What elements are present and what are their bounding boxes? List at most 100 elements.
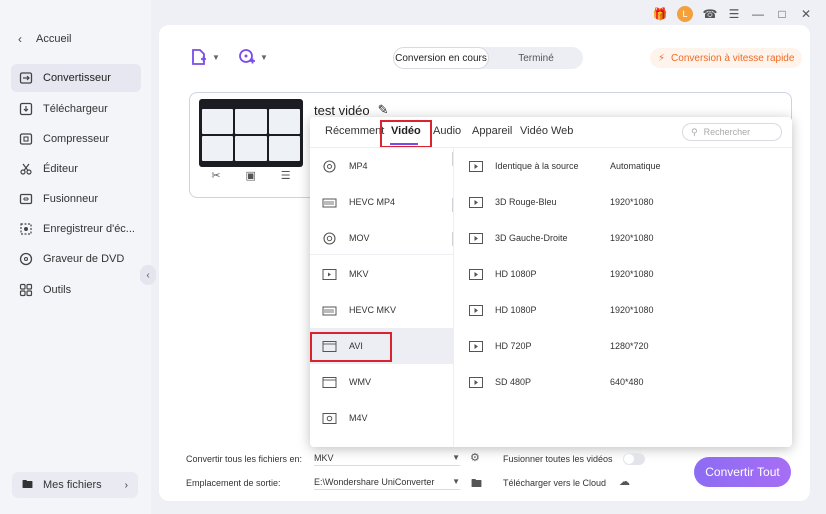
tab-device[interactable]: Appareil	[472, 125, 512, 137]
caret-down-icon: ▼	[452, 453, 460, 462]
effects-icon[interactable]: ☰	[281, 169, 291, 182]
fast-conversion-toggle[interactable]: ⚡ Conversion à vitesse rapide	[650, 48, 803, 68]
mkv-icon	[322, 268, 337, 281]
wmv-icon	[322, 376, 337, 389]
cloud-icon[interactable]: ☁	[619, 475, 630, 488]
resolution-item[interactable]: 3D Rouge-Bleu 1920*1080	[455, 184, 792, 220]
convert-all-label: Convertir tous les fichiers en:	[186, 454, 303, 464]
format-panel: Récemment Vidéo Audio Appareil Vidéo Web…	[310, 117, 792, 447]
convert-icon	[19, 71, 33, 85]
trim-icon[interactable]: ✂	[211, 169, 220, 182]
mov-icon	[322, 231, 337, 245]
headset-icon[interactable]: ☎	[703, 7, 718, 21]
sidebar-item-convertisseur[interactable]: Convertisseur	[11, 64, 141, 92]
close-icon[interactable]: ✕	[799, 7, 813, 21]
divider	[452, 152, 453, 166]
record-icon	[19, 222, 33, 236]
format-hevc-mkv[interactable]: HEVC MKV	[310, 292, 453, 328]
back-home[interactable]: ‹ Accueil	[18, 32, 71, 46]
hevc-icon	[322, 196, 337, 209]
format-hevc-mp4[interactable]: HEVC MP4	[310, 184, 453, 220]
format-mov[interactable]: MOV	[310, 220, 453, 256]
tab-audio[interactable]: Audio	[433, 125, 461, 137]
chevron-left-icon: ‹	[18, 32, 22, 46]
divider	[310, 254, 453, 255]
tab-finished[interactable]: Terminé	[489, 47, 583, 69]
resolution-item[interactable]: 3D Gauche-Droite 1920*1080	[455, 220, 792, 256]
format-m4v[interactable]: M4V	[310, 400, 453, 436]
conversion-segment: Conversion en cours Terminé	[393, 47, 583, 69]
maximize-icon[interactable]: □	[775, 7, 789, 21]
avi-highlight	[310, 332, 392, 362]
resolution-item[interactable]: HD 1080P 1920*1080	[455, 256, 792, 292]
tab-recent[interactable]: Récemment	[325, 125, 384, 137]
minimize-icon[interactable]: —	[751, 7, 765, 21]
search-input[interactable]: ⚲ Rechercher	[682, 123, 782, 141]
folder-icon: 🖿	[22, 478, 33, 491]
resolution-item[interactable]: HD 720P 1280*720	[455, 328, 792, 364]
video-icon	[469, 232, 485, 244]
video-icon	[469, 196, 485, 208]
merge-label: Fusionner toutes les vidéos	[503, 454, 613, 464]
convert-all-select[interactable]: MKV ▼	[314, 450, 460, 466]
m4v-icon	[322, 412, 337, 425]
convert-all-button[interactable]: Convertir Tout	[694, 457, 791, 487]
resolution-item[interactable]: Identique à la source Automatique	[455, 148, 792, 184]
sidebar-item-editeur[interactable]: Éditeur	[11, 155, 141, 183]
menu-icon[interactable]: ☰	[727, 7, 741, 21]
format-mkv[interactable]: MKV	[310, 256, 453, 292]
video-thumbnail[interactable]	[199, 99, 303, 167]
disc-icon	[19, 252, 33, 266]
resolution-item[interactable]: SD 480P 640*480	[455, 364, 792, 400]
chevron-down-icon: ▼	[260, 52, 268, 62]
divider	[452, 198, 453, 212]
caret-down-icon: ▼	[452, 477, 460, 486]
compress-icon	[19, 132, 33, 146]
output-path-select[interactable]: E:\Wondershare UniConverter ▼	[314, 474, 460, 490]
gift-icon[interactable]: 🎁	[653, 7, 668, 21]
merge-toggle[interactable]	[623, 453, 645, 465]
search-icon: ⚲	[691, 126, 698, 137]
sidebar-item-fusionneur[interactable]: Fusionneur	[11, 185, 141, 213]
divider	[452, 232, 453, 246]
video-icon	[469, 304, 485, 316]
avatar[interactable]: L	[677, 6, 693, 22]
sidebar-item-graveur-dvd[interactable]: Graveur de DVD	[11, 245, 141, 273]
tools-icon	[19, 283, 33, 297]
sidebar-item-enregistreur[interactable]: Enregistreur d'éc...	[11, 215, 141, 243]
crop-icon[interactable]: ▣	[245, 169, 255, 182]
mp4-icon	[322, 159, 337, 173]
output-label: Emplacement de sortie:	[186, 478, 281, 488]
cloud-label: Télécharger vers le Cloud	[503, 478, 607, 488]
tab-converting[interactable]: Conversion en cours	[393, 47, 489, 69]
merge-icon	[19, 192, 33, 206]
format-wmv[interactable]: WMV	[310, 364, 453, 400]
video-icon	[469, 340, 485, 352]
add-file-icon	[192, 49, 206, 65]
video-tab-highlight	[380, 120, 432, 148]
my-files-button[interactable]: 🖿 Mes fichiers ›	[12, 472, 138, 498]
download-icon	[19, 102, 33, 116]
video-icon	[469, 160, 485, 172]
sidebar-item-telechargeur[interactable]: Téléchargeur	[11, 95, 141, 123]
format-list: MP4 HEVC MP4 MOV MKV HEVC MKV AVI WMV M4…	[310, 148, 454, 447]
video-icon	[469, 268, 485, 280]
sidebar-item-compresseur[interactable]: Compresseur	[11, 125, 141, 153]
collapse-sidebar-button[interactable]: ‹	[140, 265, 156, 285]
edit-icon[interactable]: ✎	[378, 102, 389, 118]
chevron-down-icon: ▼	[212, 52, 220, 62]
scissors-icon	[19, 162, 33, 176]
add-dvd-icon	[239, 49, 255, 64]
format-mp4[interactable]: MP4	[310, 148, 453, 184]
hevc-icon	[322, 304, 337, 317]
sidebar-item-outils[interactable]: Outils	[11, 276, 141, 304]
tab-web-video[interactable]: Vidéo Web	[520, 125, 573, 137]
settings-icon[interactable]: ⚙	[470, 451, 480, 464]
resolution-item[interactable]: HD 1080P 1920*1080	[455, 292, 792, 328]
file-name: test vidéo ✎	[314, 102, 389, 118]
folder-open-icon[interactable]: 🖿	[471, 475, 482, 494]
video-icon	[469, 376, 485, 388]
add-file-button[interactable]: ▼	[190, 48, 220, 66]
add-dvd-button[interactable]: ▼	[238, 48, 268, 66]
lightning-icon: ⚡	[658, 52, 666, 64]
